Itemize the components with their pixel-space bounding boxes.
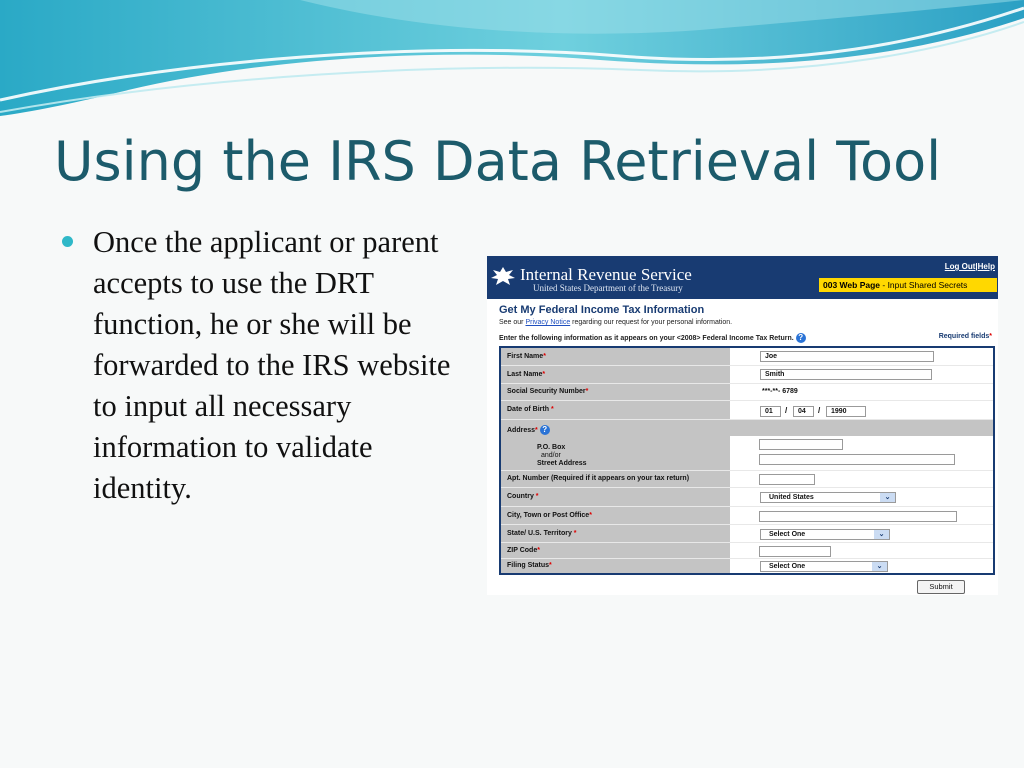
form-title: Get My Federal Income Tax Information [499,304,705,316]
row-ssn: Social Security Number* ***-**- 6789 [501,384,993,401]
row-filing-status: Filing Status* Select One ⌄ [501,559,993,573]
chevron-down-icon: ⌄ [874,530,889,539]
apt-label: Apt. Number (Required if it appears on y… [507,475,690,482]
street-address-field[interactable] [759,454,955,465]
required-star: * [989,333,992,340]
row-address: Address* ? P.O. Box and/or Street Addres… [501,420,993,471]
privacy-prefix: See our [499,319,524,326]
last-name-field[interactable]: Smith [760,369,932,380]
chevron-down-icon: ⌄ [880,493,895,502]
bullet-dot [62,236,73,247]
page-id-badge: 003 Web Page - Input Shared Secrets [819,278,997,292]
country-label: Country * [507,493,539,500]
page-desc: - Input Shared Secrets [880,280,968,290]
irs-subtitle: United States Department of the Treasury [533,283,683,293]
first-name-label: First Name* [507,353,546,360]
required-fields-note: Required fields* [939,333,992,340]
row-dob: Date of Birth * 01 / 04 / 1990 [501,401,993,420]
street-address-label: Street Address [537,460,587,467]
help-icon[interactable]: ? [795,333,806,343]
help-link[interactable]: Help [978,262,995,271]
row-first-name: First Name* Joe [501,348,993,366]
filing-status-select[interactable]: Select One ⌄ [760,561,888,572]
zip-field[interactable] [759,546,831,557]
required-label: Required fields [938,333,990,340]
row-state: State/ U.S. Territory * Select One ⌄ [501,525,993,543]
irs-screenshot: Internal Revenue Service United States D… [487,256,998,595]
ssn-label: Social Security Number* [507,388,589,395]
privacy-suffix: regarding our request for your personal … [572,319,733,326]
dob-year-field[interactable]: 1990 [826,406,866,417]
row-apt: Apt. Number (Required if it appears on y… [501,471,993,488]
last-name-label: Last Name* [507,371,546,378]
irs-name: Internal Revenue Service [520,265,692,284]
dob-label: Date of Birth * [507,406,554,413]
po-box-field[interactable] [759,439,843,450]
first-name-field[interactable]: Joe [760,351,934,362]
row-last-name: Last Name* Smith [501,366,993,384]
apt-field[interactable] [759,474,815,485]
row-zip: ZIP Code* [501,543,993,559]
bullet-list: Once the applicant or parent accepts to … [62,222,462,509]
submit-button[interactable]: Submit [917,580,965,594]
logout-link[interactable]: Log Out [945,262,976,271]
zip-label: ZIP Code* [507,547,540,554]
privacy-line: See our Privacy Notice regarding our req… [499,319,732,326]
dob-month-field[interactable]: 01 [760,406,781,417]
decorative-wave-banner [0,0,1024,116]
ssn-value: ***-**- 6789 [762,388,798,395]
slide-title: Using the IRS Data Retrieval Tool [54,130,942,193]
state-select[interactable]: Select One ⌄ [760,529,890,540]
bullet-text: Once the applicant or parent accepts to … [93,225,451,505]
privacy-notice-link[interactable]: Privacy Notice [525,319,570,326]
row-city: City, Town or Post Office* [501,507,993,525]
instruction-line: Enter the following information as it ap… [499,333,806,343]
state-label: State/ U.S. Territory * [507,530,577,537]
address-label: Address* ? [507,425,550,435]
dob-day-field[interactable]: 04 [793,406,814,417]
city-field[interactable] [759,511,957,522]
address-help-icon[interactable]: ? [539,425,550,435]
header-links: Log Out|Help [945,262,995,271]
page-id: 003 Web Page [823,280,881,290]
po-box-label: P.O. Box [537,444,566,451]
filing-status-label: Filing Status* [507,562,552,569]
form-table: First Name* Joe Last Name* Smith Social … [499,346,995,575]
instruction-text: Enter the following information as it ap… [499,334,794,342]
irs-header: Internal Revenue Service United States D… [487,256,998,299]
row-country: Country * United States ⌄ [501,488,993,507]
country-select[interactable]: United States ⌄ [760,492,896,503]
chevron-down-icon: ⌄ [872,562,887,571]
dob-separator-2: / [818,406,821,415]
dob-separator-1: / [785,406,788,415]
and-or-label: and/or [541,452,561,459]
irs-eagle-logo-icon [491,267,515,285]
city-label: City, Town or Post Office* [507,512,592,519]
